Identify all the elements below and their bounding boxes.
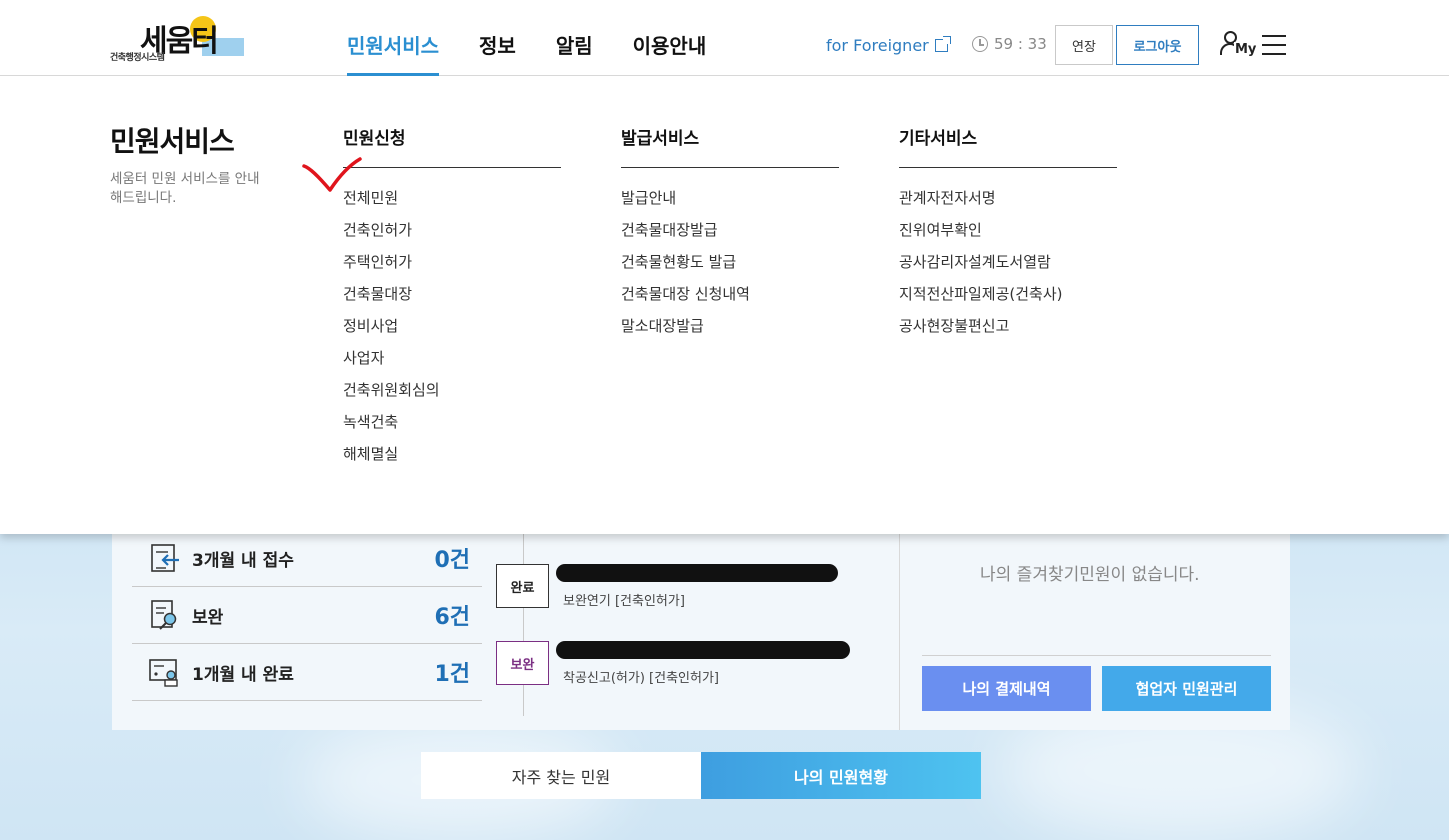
handwritten-checkmark-icon: [302, 157, 362, 192]
favorites-empty-message: 나의 즐겨찾기민원이 없습니다.: [980, 565, 1200, 585]
payment-history-button[interactable]: 나의 결제내역: [922, 666, 1091, 711]
stat-received[interactable]: 3개월 내 접수 0건: [132, 530, 482, 587]
menu-item-building-permit[interactable]: 건축인허가: [343, 214, 561, 246]
menu-item-business-operator[interactable]: 사업자: [343, 342, 561, 374]
stat-value: 1건: [434, 662, 470, 687]
certificate-stamp-icon: [149, 659, 178, 687]
menu-item-e-signature[interactable]: 관계자전자서명: [899, 182, 1117, 214]
menu-column-heading: 민원신청: [343, 124, 561, 168]
menu-item-issuance-guide[interactable]: 발급안내: [621, 182, 839, 214]
redacted-case-title: [556, 641, 850, 659]
menu-item-register-history[interactable]: 건축물대장 신청내역: [621, 278, 839, 310]
nav-guide[interactable]: 이용안내: [633, 30, 707, 76]
my-label: My: [1234, 42, 1257, 57]
stat-completed[interactable]: 1개월 내 완료 1건: [132, 644, 482, 701]
case-item-supplement[interactable]: 보완 착공신고(허가) [건축인허가]: [496, 641, 856, 691]
timer-value: 59 : 33: [994, 35, 1047, 53]
menu-item-site-complaint[interactable]: 공사현장불편신고: [899, 310, 1117, 342]
alarm-clock-icon: [972, 36, 988, 52]
menu-item-status-drawing-issue[interactable]: 건축물현황도 발급: [621, 246, 839, 278]
menu-item-redevelopment[interactable]: 정비사업: [343, 310, 561, 342]
menu-item-register-issue[interactable]: 건축물대장발급: [621, 214, 839, 246]
stat-label: 보완: [192, 607, 224, 628]
case-item-completed[interactable]: 완료 보완연기 [건축인허가]: [496, 564, 856, 614]
divider: [899, 534, 900, 730]
menu-item-demolition[interactable]: 해체멸실: [343, 438, 561, 470]
redacted-case-title: [556, 564, 838, 582]
menu-item-housing-permit[interactable]: 주택인허가: [343, 246, 561, 278]
extend-session-button[interactable]: 연장: [1055, 25, 1113, 65]
divider: [922, 655, 1271, 656]
session-timer: 59 : 33: [972, 35, 1047, 53]
stat-label: 1개월 내 완료: [192, 664, 294, 685]
menu-column-heading: 기타서비스: [899, 124, 1117, 168]
document-search-icon: [151, 600, 177, 630]
logo[interactable]: 세움터 건축행정시스템: [110, 16, 250, 63]
tab-frequent-civil[interactable]: 자주 찾는 민원: [421, 752, 701, 799]
mega-menu-title: 민원서비스: [110, 125, 235, 158]
menu-column-heading: 발급서비스: [621, 124, 839, 168]
nav-notice[interactable]: 알림: [556, 30, 593, 76]
menu-item-authenticity-check[interactable]: 진위여부확인: [899, 214, 1117, 246]
menu-item-committee-review[interactable]: 건축위원회심의: [343, 374, 561, 406]
logo-subtitle: 건축행정시스템: [110, 53, 165, 63]
nav-info[interactable]: 정보: [479, 30, 516, 76]
menu-item-cadastral-file[interactable]: 지적전산파일제공(건축사): [899, 278, 1117, 310]
menu-item-green-building[interactable]: 녹색건축: [343, 406, 561, 438]
main-nav: 민원서비스 정보 알림 이용안내: [347, 30, 746, 76]
hamburger-menu-icon[interactable]: [1262, 35, 1286, 55]
status-badge-supplement: 보완: [496, 641, 549, 685]
my-civil-dashboard: 3개월 내 접수 0건 보완 6건 1개월 내 완료 1건 완료 보완연기 [건…: [112, 534, 1290, 730]
menu-column-other: 기타서비스 관계자전자서명 진위여부확인 공사감리자설계도서열람 지적전산파일제…: [899, 124, 1117, 342]
nav-civil-service[interactable]: 민원서비스: [347, 30, 439, 76]
menu-column-issuance: 발급서비스 발급안내 건축물대장발급 건축물현황도 발급 건축물대장 신청내역 …: [621, 124, 839, 342]
stat-supplement[interactable]: 보완 6건: [132, 587, 482, 644]
case-subtitle: 보완연기 [건축인허가]: [563, 594, 685, 609]
document-receive-icon: [151, 544, 179, 572]
case-subtitle: 착공신고(허가) [건축인허가]: [563, 671, 719, 686]
external-link-icon: [934, 36, 951, 52]
site-header: 세움터 건축행정시스템 민원서비스 정보 알림 이용안내 for Foreign…: [0, 0, 1449, 76]
my-page-icon[interactable]: My: [1220, 30, 1257, 60]
status-badge-completed: 완료: [496, 564, 549, 608]
menu-column-application: 민원신청 전체민원 건축인허가 주택인허가 건축물대장 정비사업 사업자 건축위…: [343, 124, 561, 470]
mega-menu-dropdown: 민원서비스 세움터 민원 서비스를 안내해드립니다. 민원신청 전체민원 건축인…: [0, 76, 1449, 534]
foreigner-link[interactable]: for Foreigner: [826, 36, 951, 55]
menu-item-all-civil[interactable]: 전체민원: [343, 182, 561, 214]
stat-label: 3개월 내 접수: [192, 550, 294, 571]
menu-item-cancelled-register[interactable]: 말소대장발급: [621, 310, 839, 342]
partner-civil-button[interactable]: 협업자 민원관리: [1102, 666, 1271, 711]
stat-value: 0건: [434, 548, 470, 573]
menu-item-building-register[interactable]: 건축물대장: [343, 278, 561, 310]
mega-menu-description: 세움터 민원 서비스를 안내해드립니다.: [110, 171, 260, 206]
logout-button[interactable]: 로그아웃: [1116, 25, 1199, 65]
foreigner-link-label: for Foreigner: [826, 36, 929, 55]
tab-my-civil-status[interactable]: 나의 민원현황: [701, 752, 981, 799]
stat-value: 6건: [434, 605, 470, 630]
menu-item-design-doc-view[interactable]: 공사감리자설계도서열람: [899, 246, 1117, 278]
